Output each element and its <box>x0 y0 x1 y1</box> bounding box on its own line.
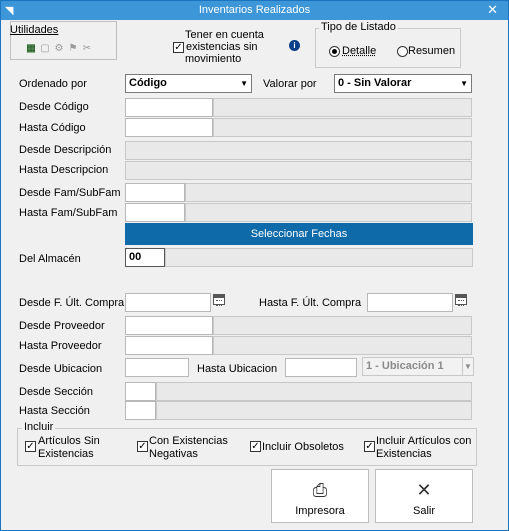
resumen-label: Resumen <box>408 45 456 57</box>
ubicacion-select[interactable]: 1 - Ubicación 1 ▼ <box>362 357 474 376</box>
printer-icon: ⎙ <box>312 480 328 500</box>
desde-ubicacion-label: Desde Ubicacion <box>19 363 103 375</box>
desde-codigo-input[interactable] <box>125 98 213 117</box>
tools-icon[interactable]: ✂ <box>81 43 93 54</box>
hasta-codigo-desc <box>213 118 472 137</box>
hasta-ubicacion-label: Hasta Ubicacion <box>197 363 278 375</box>
close-icon[interactable]: ✕ <box>487 2 498 18</box>
con-existencias-negativas-label-2: Negativas <box>149 448 198 460</box>
impresora-button[interactable]: ⎙ Impresora <box>271 469 369 523</box>
desde-codigo-desc <box>213 98 472 117</box>
hasta-fam-desc <box>185 203 472 222</box>
hasta-descripcion-label: Hasta Descripcion <box>19 164 109 176</box>
incluir-group <box>17 428 477 466</box>
articulos-sin-existencias-label-1: Artículos Sin <box>38 435 100 447</box>
ubicacion-value: 1 - Ubicación 1 <box>366 360 444 372</box>
desde-seccion-desc <box>156 382 472 401</box>
desde-ubicacion-input[interactable] <box>125 358 189 377</box>
seleccionar-fechas-button[interactable]: Seleccionar Fechas <box>125 223 473 245</box>
tipo-listado-title: Tipo de Listado <box>319 21 398 33</box>
hasta-fam-input[interactable] <box>125 203 185 222</box>
desde-f-compra-input[interactable] <box>125 293 211 312</box>
con-existencias-negativas-label-1: Con Existencias <box>149 435 228 447</box>
flag-icon[interactable]: ⚑ <box>67 43 79 54</box>
info-icon[interactable]: i <box>289 40 300 51</box>
hasta-fam-label: Hasta Fam/SubFam <box>19 207 118 219</box>
hasta-seccion-label: Hasta Sección <box>19 405 90 417</box>
desde-fam-label: Desde Fam/SubFam <box>19 187 121 199</box>
calendar-icon[interactable] <box>213 294 225 306</box>
valorar-value: 0 - Sin Valorar <box>338 77 412 89</box>
detalle-label: Detalle <box>342 45 377 57</box>
dialog-window: ◥ Inventarios Realizados ✕ Utilidades ▦ … <box>0 0 509 531</box>
incluir-title: Incluir <box>22 421 56 433</box>
desde-codigo-label: Desde Código <box>19 101 89 113</box>
window-title: Inventarios Realizados <box>198 4 311 16</box>
hasta-proveedor-desc <box>213 336 472 355</box>
hasta-seccion-desc <box>156 401 472 420</box>
desde-fam-input[interactable] <box>125 183 185 202</box>
salir-button[interactable]: ✕ Salir <box>375 469 473 523</box>
ordenado-label: Ordenado por <box>19 78 87 90</box>
menu-utilidades[interactable]: Utilidades <box>10 24 60 36</box>
desde-seccion-label: Desde Sección <box>19 386 93 398</box>
existencias-label-3: movimiento <box>185 53 242 65</box>
hasta-proveedor-label: Hasta Proveedor <box>19 340 102 352</box>
hasta-seccion-input[interactable] <box>125 401 156 420</box>
valorar-label: Valorar por <box>263 78 317 90</box>
articulos-sin-existencias-checkbox[interactable]: ✓ <box>25 441 36 452</box>
desde-descripcion-label: Desde Descripción <box>19 144 112 156</box>
settings-icon[interactable]: ⚙ <box>53 43 65 54</box>
ordenado-value: Código <box>129 77 167 89</box>
export-icon[interactable]: ▦ <box>25 43 37 54</box>
incluir-articulos-con-existencias-label-2: Existencias <box>376 448 432 460</box>
desde-proveedor-desc <box>213 316 472 335</box>
existencias-label-2: existencias sin <box>186 41 258 53</box>
detalle-radio[interactable] <box>329 46 340 57</box>
calendar-icon[interactable] <box>455 294 467 306</box>
resumen-radio[interactable] <box>397 46 408 57</box>
desde-proveedor-label: Desde Proveedor <box>19 320 105 332</box>
desde-proveedor-input[interactable] <box>125 316 213 335</box>
del-almacen-label: Del Almacén <box>19 253 81 265</box>
desde-seccion-input[interactable] <box>125 382 156 401</box>
incluir-articulos-con-existencias-checkbox[interactable]: ✓ <box>364 441 375 452</box>
hasta-f-compra-input[interactable] <box>367 293 453 312</box>
desde-descripcion-input[interactable] <box>125 141 472 160</box>
incluir-obsoletos-label: Incluir Obsoletos <box>262 441 344 453</box>
hasta-codigo-input[interactable] <box>125 118 213 137</box>
con-existencias-negativas-checkbox[interactable]: ✓ <box>137 441 148 452</box>
incluir-articulos-con-existencias-label-1: Incluir Artículos con <box>376 435 472 447</box>
almacen-input[interactable]: 00 <box>125 248 165 267</box>
existencias-label-1: Tener en cuenta <box>185 29 264 41</box>
chevron-down-icon[interactable]: ▼ <box>460 75 468 92</box>
hasta-ubicacion-input[interactable] <box>285 358 357 377</box>
toolbar-icons: ▦ ▢ ⚙ ⚑ ✂ <box>25 41 93 55</box>
hasta-f-compra-label: Hasta F. Últ. Compra <box>259 297 362 309</box>
hasta-codigo-label: Hasta Código <box>19 122 86 134</box>
close-x-icon: ✕ <box>416 480 432 500</box>
chevron-down-icon[interactable]: ▼ <box>462 358 473 375</box>
desde-f-compra-label: Desde F. Últ. Compra <box>19 297 125 309</box>
desde-fam-desc <box>185 183 472 202</box>
existencias-checkbox[interactable]: ✓ <box>173 42 184 53</box>
ordenado-select[interactable]: Código ▼ <box>125 74 252 93</box>
articulos-sin-existencias-label-2: Existencias <box>38 448 94 460</box>
valorar-select[interactable]: 0 - Sin Valorar ▼ <box>334 74 472 93</box>
impresora-label: Impresora <box>295 505 345 517</box>
hasta-descripcion-input[interactable] <box>125 161 472 180</box>
chevron-down-icon[interactable]: ▼ <box>240 75 248 92</box>
page-icon[interactable]: ▢ <box>39 43 51 54</box>
title-bar: ◥ Inventarios Realizados ✕ <box>1 1 508 20</box>
incluir-obsoletos-checkbox[interactable]: ✓ <box>250 441 261 452</box>
almacen-desc <box>165 248 473 267</box>
hasta-proveedor-input[interactable] <box>125 336 213 355</box>
salir-label: Salir <box>412 505 435 517</box>
